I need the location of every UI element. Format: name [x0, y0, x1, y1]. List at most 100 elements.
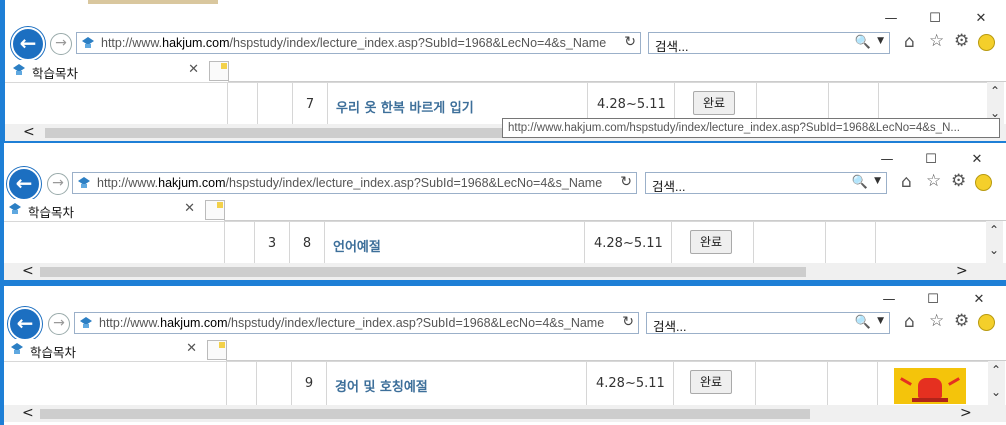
row-number: 8: [302, 236, 312, 251]
address-bar[interactable]: http://www.hakjum.com/hspstudy/index/lec…: [76, 32, 641, 54]
new-tab-button[interactable]: [209, 61, 229, 81]
table-cell-divider: [673, 362, 674, 406]
window-frame-edge: [88, 0, 218, 4]
lesson-period: 4.28~5.11: [594, 236, 663, 251]
browser-window-1: — ☐ ✕ ← → http://www.hakjum.com/hspstudy…: [0, 0, 1006, 143]
table-cell-divider: [877, 362, 878, 406]
search-placeholder: 검색...: [653, 320, 687, 334]
scroll-thumb[interactable]: [40, 409, 810, 419]
home-icon[interactable]: ⌂: [901, 172, 912, 192]
scroll-left-icon[interactable]: <: [22, 405, 34, 421]
new-tab-button[interactable]: [205, 200, 225, 220]
refresh-icon[interactable]: ↻: [622, 314, 634, 330]
complete-status-button[interactable]: 완료: [693, 91, 735, 115]
index-cell: 3: [267, 236, 277, 251]
close-button[interactable]: ✕: [958, 10, 1004, 28]
lesson-title-link[interactable]: 우리 옷 한복 바르게 입기: [336, 97, 474, 116]
address-bar[interactable]: http://www.hakjum.com/hspstudy/index/lec…: [74, 312, 639, 334]
horizontal-scrollbar[interactable]: < >: [4, 405, 1006, 422]
search-box[interactable]: 검색... 🔍 ▼: [648, 32, 890, 54]
scroll-left-icon[interactable]: <: [22, 263, 34, 279]
vertical-scrollbar[interactable]: ⌃ ⌄: [986, 221, 1003, 263]
tab-close-icon[interactable]: ✕: [188, 62, 199, 77]
refresh-icon[interactable]: ↻: [620, 174, 632, 190]
lesson-title-link[interactable]: 경어 및 호칭예절: [335, 376, 428, 395]
siren-ray: [900, 377, 912, 386]
minimize-button[interactable]: —: [864, 151, 910, 169]
feedback-smiley-icon[interactable]: [978, 314, 995, 331]
table-cell-divider: [753, 222, 754, 266]
search-icon[interactable]: 🔍: [852, 175, 868, 190]
address-bar[interactable]: http://www.hakjum.com/hspstudy/index/lec…: [72, 172, 637, 194]
window-frame-edge: [0, 283, 1006, 286]
scroll-up-icon[interactable]: ⌃: [991, 363, 1001, 377]
chevron-down-icon[interactable]: ▼: [874, 176, 881, 186]
maximize-button[interactable]: ☐: [908, 151, 954, 169]
table-cell-divider: [254, 222, 255, 266]
maximize-button[interactable]: ☐: [912, 10, 958, 28]
scroll-right-icon[interactable]: >: [956, 263, 968, 279]
refresh-icon[interactable]: ↻: [624, 34, 636, 50]
chevron-down-icon[interactable]: ▼: [877, 316, 884, 326]
back-button[interactable]: ←: [11, 27, 45, 61]
table-cell-divider: [755, 362, 756, 406]
link-url-tooltip: http://www.hakjum.com/hspstudy/index/lec…: [502, 118, 1000, 138]
new-tab-button[interactable]: [207, 340, 227, 360]
maximize-button[interactable]: ☐: [910, 291, 956, 309]
settings-gear-icon[interactable]: ⚙: [951, 171, 966, 191]
tab-study-index[interactable]: 학습목차 ✕: [8, 60, 205, 84]
siren-base: [912, 398, 948, 402]
close-button[interactable]: ✕: [956, 291, 1002, 309]
home-icon[interactable]: ⌂: [904, 312, 915, 332]
scroll-down-icon[interactable]: ⌄: [991, 385, 1001, 399]
tab-study-index[interactable]: 학습목차 ✕: [4, 199, 201, 223]
lesson-title-link[interactable]: 언어예절: [333, 236, 381, 255]
table-cell-divider: [875, 222, 876, 266]
scroll-up-icon[interactable]: ⌃: [989, 223, 999, 237]
settings-gear-icon[interactable]: ⚙: [954, 31, 969, 51]
tab-close-icon[interactable]: ✕: [184, 201, 195, 216]
search-icon[interactable]: 🔍: [855, 35, 871, 50]
complete-status-button[interactable]: 완료: [690, 370, 732, 394]
table-cell-divider: [292, 83, 293, 127]
forward-button[interactable]: →: [48, 313, 70, 335]
siren-ray: [948, 377, 960, 386]
back-button[interactable]: ←: [7, 167, 41, 201]
favorites-star-icon[interactable]: ☆: [929, 31, 944, 51]
tab-close-icon[interactable]: ✕: [186, 341, 197, 356]
complete-status-button[interactable]: 완료: [690, 230, 732, 254]
forward-button[interactable]: →: [47, 173, 69, 195]
table-cell-divider: [257, 83, 258, 127]
horizontal-scrollbar[interactable]: < >: [4, 263, 1006, 280]
forward-button[interactable]: →: [50, 33, 72, 55]
settings-gear-icon[interactable]: ⚙: [954, 311, 969, 331]
table-cell-divider: [227, 83, 228, 127]
site-favicon-icon: [82, 37, 94, 48]
table-cell-divider: [226, 362, 227, 406]
search-icon[interactable]: 🔍: [855, 315, 871, 330]
close-button[interactable]: ✕: [954, 151, 1000, 169]
back-button[interactable]: ←: [8, 307, 42, 341]
search-box[interactable]: 검색... 🔍 ▼: [646, 312, 890, 334]
feedback-smiley-icon[interactable]: [975, 174, 992, 191]
table-cell-divider: [289, 222, 290, 266]
scroll-thumb[interactable]: [40, 267, 806, 277]
address-url: http://www.hakjum.com/hspstudy/index/lec…: [101, 36, 607, 50]
vertical-scrollbar[interactable]: ⌃ ⌄: [988, 361, 1005, 405]
alert-siren-icon[interactable]: [894, 368, 966, 404]
feedback-smiley-icon[interactable]: [978, 34, 995, 51]
siren-light: [918, 378, 942, 398]
chevron-down-icon[interactable]: ▼: [877, 36, 884, 46]
search-box[interactable]: 검색... 🔍 ▼: [645, 172, 887, 194]
minimize-button[interactable]: —: [866, 291, 912, 309]
favorites-star-icon[interactable]: ☆: [929, 311, 944, 331]
scroll-right-icon[interactable]: >: [960, 405, 972, 421]
scroll-down-icon[interactable]: ⌄: [989, 243, 999, 257]
favorites-star-icon[interactable]: ☆: [926, 171, 941, 191]
tab-study-index[interactable]: 학습목차 ✕: [6, 339, 203, 363]
home-icon[interactable]: ⌂: [904, 32, 915, 52]
minimize-button[interactable]: —: [868, 10, 914, 28]
scroll-up-icon[interactable]: ⌃: [990, 84, 1000, 98]
page-content: 3 8 언어예절 4.28~5.11 완료: [4, 221, 986, 266]
scroll-left-icon[interactable]: <: [23, 124, 35, 140]
